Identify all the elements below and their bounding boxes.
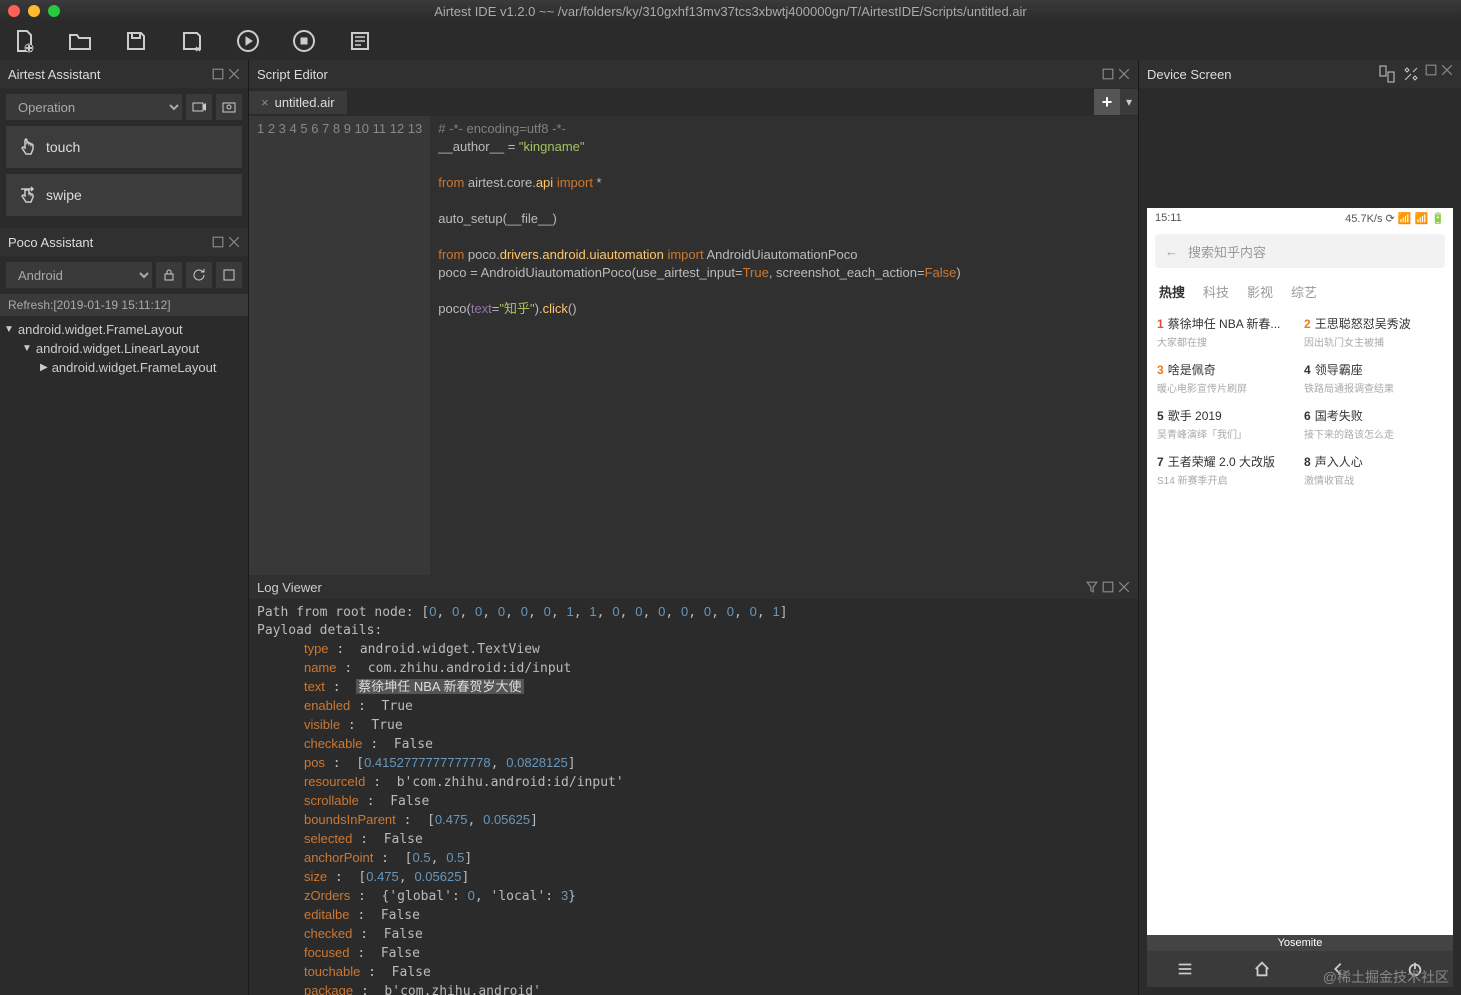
- poco-mode-select[interactable]: Android: [6, 262, 152, 288]
- hot-item[interactable]: 8声入人心激情收官战: [1304, 447, 1443, 493]
- hot-tab[interactable]: 综艺: [1291, 282, 1317, 301]
- device-screen-header: Device Screen: [1139, 60, 1461, 88]
- save-as-icon[interactable]: [180, 29, 204, 53]
- restore-icon[interactable]: [212, 68, 224, 80]
- new-file-icon[interactable]: [12, 29, 36, 53]
- save-icon[interactable]: [124, 29, 148, 53]
- play-icon[interactable]: [236, 29, 260, 53]
- titlebar: Airtest IDE v1.2.0 ~~ /var/folders/ky/31…: [0, 0, 1461, 22]
- tab-dropdown[interactable]: ▾: [1120, 89, 1138, 115]
- search-placeholder: 搜索知乎内容: [1188, 242, 1266, 261]
- touch-button[interactable]: touch: [6, 126, 242, 168]
- search-bar[interactable]: ← 搜索知乎内容: [1155, 234, 1445, 268]
- menu-icon[interactable]: [1176, 960, 1194, 978]
- hot-item[interactable]: 6国考失败接下来的路该怎么走: [1304, 401, 1443, 447]
- watermark: @稀土掘金技术社区: [1323, 967, 1449, 987]
- report-icon[interactable]: [348, 29, 372, 53]
- code-editor[interactable]: 1 2 3 4 5 6 7 8 9 10 11 12 13 # -*- enco…: [249, 116, 1138, 575]
- close-icon[interactable]: [1118, 68, 1130, 80]
- device-connect-icon[interactable]: [1377, 64, 1397, 84]
- file-tab[interactable]: ×untitled.air: [249, 91, 347, 114]
- airtest-assistant-header: Airtest Assistant: [0, 60, 248, 88]
- hot-item[interactable]: 5歌手 2019吴青峰演绎「我们」: [1157, 401, 1296, 447]
- hot-item[interactable]: 2王思聪怒怼吴秀波因出轨门女主被捕: [1304, 309, 1443, 355]
- home-icon[interactable]: [1253, 960, 1271, 978]
- record-button[interactable]: [186, 94, 212, 120]
- close-icon[interactable]: [1441, 64, 1453, 76]
- phone-statusbar: 15:11 45.7K/s ⟳ 📶 📶 🔋: [1147, 208, 1453, 228]
- filter-icon[interactable]: [1086, 581, 1098, 593]
- stop-icon[interactable]: [292, 29, 316, 53]
- device-mirror[interactable]: 15:11 45.7K/s ⟳ 📶 📶 🔋 ← 搜索知乎内容 热搜科技影视综艺 …: [1147, 208, 1453, 987]
- back-arrow-icon[interactable]: ←: [1165, 244, 1178, 259]
- operation-select[interactable]: Operation: [6, 94, 182, 120]
- restore-icon[interactable]: [1102, 581, 1114, 593]
- open-folder-icon[interactable]: [68, 29, 92, 53]
- close-tab-icon[interactable]: ×: [261, 95, 269, 110]
- main-toolbar: [0, 22, 1461, 60]
- hot-tab[interactable]: 科技: [1203, 282, 1229, 301]
- ui-tree[interactable]: ▼android.widget.FrameLayout ▼android.wid…: [0, 316, 248, 381]
- restore-icon[interactable]: [212, 236, 224, 248]
- hot-tab[interactable]: 热搜: [1159, 282, 1185, 301]
- hot-item[interactable]: 7王者荣耀 2.0 大改版S14 新赛季开启: [1157, 447, 1296, 493]
- swipe-button[interactable]: swipe: [6, 174, 242, 216]
- window-title: Airtest IDE v1.2.0 ~~ /var/folders/ky/31…: [0, 4, 1461, 19]
- refresh-button[interactable]: [186, 262, 212, 288]
- close-icon[interactable]: [1118, 581, 1130, 593]
- lock-button[interactable]: [156, 262, 182, 288]
- hot-item[interactable]: 3啥是佩奇暖心电影宣传片刷屏: [1157, 355, 1296, 401]
- device-label: Yosemite: [1147, 935, 1453, 951]
- hot-item[interactable]: 4领导霸座铁路局通报调查结果: [1304, 355, 1443, 401]
- script-editor-header: Script Editor: [249, 60, 1138, 88]
- inspect-button[interactable]: [216, 262, 242, 288]
- hot-item[interactable]: 1蔡徐坤任 NBA 新春...大家都在搜: [1157, 309, 1296, 355]
- device-tools-icon[interactable]: [1401, 64, 1421, 84]
- add-tab-button[interactable]: +: [1094, 89, 1120, 115]
- capture-button[interactable]: [216, 94, 242, 120]
- refresh-timestamp: Refresh:[2019-01-19 15:11:12]: [0, 294, 248, 316]
- close-icon[interactable]: [228, 236, 240, 248]
- log-output[interactable]: Path from root node: [0, 0, 0, 0, 0, 0, …: [249, 599, 1138, 995]
- restore-icon[interactable]: [1102, 68, 1114, 80]
- hot-tab[interactable]: 影视: [1247, 282, 1273, 301]
- restore-icon[interactable]: [1425, 64, 1437, 76]
- close-icon[interactable]: [228, 68, 240, 80]
- log-viewer-header: Log Viewer: [249, 575, 1138, 599]
- poco-assistant-header: Poco Assistant: [0, 228, 248, 256]
